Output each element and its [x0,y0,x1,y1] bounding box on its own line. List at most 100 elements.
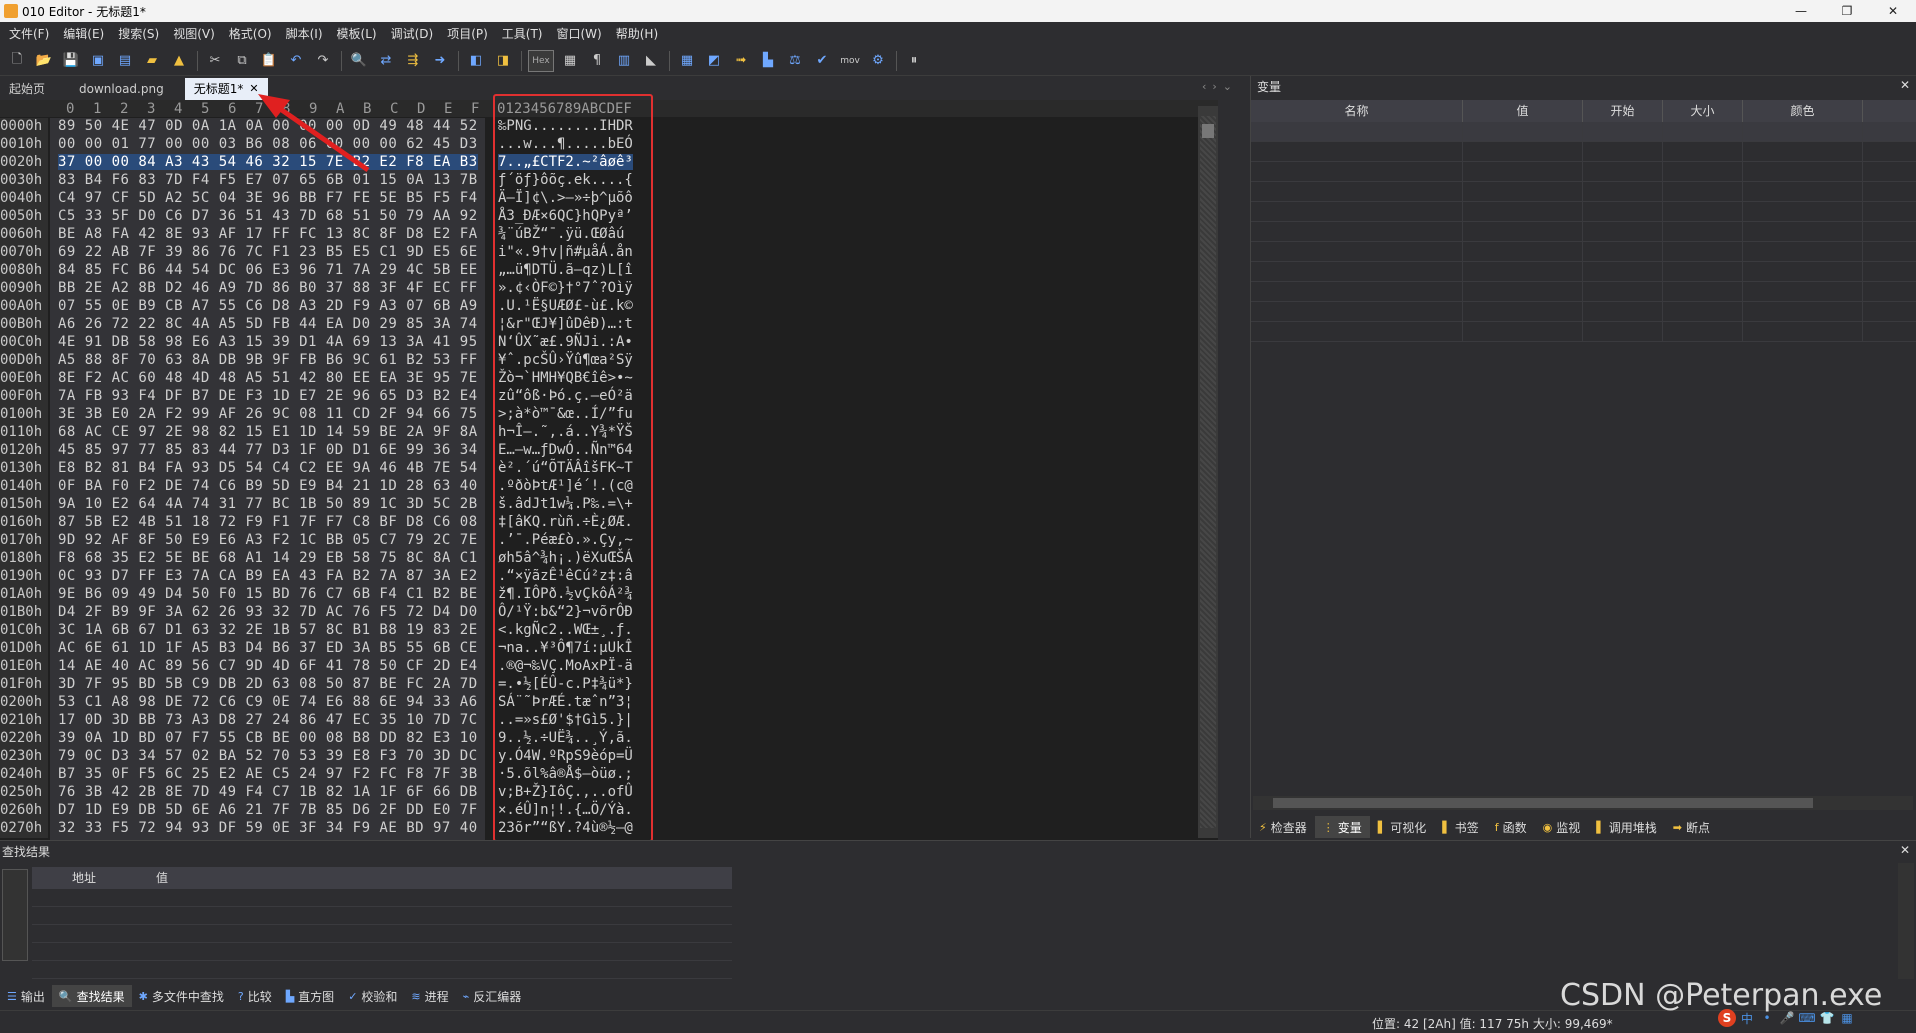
checksum-icon[interactable]: ✔ [811,50,833,72]
minimize-button[interactable]: — [1778,0,1824,22]
row-hex-bytes[interactable]: 37 00 00 84 A3 43 54 46 32 15 7E B2 E2 F… [58,154,478,170]
variables-row[interactable] [1251,122,1916,142]
pause-icon[interactable]: ⏸ [903,50,925,72]
redo-icon[interactable]: ↷ [312,50,334,72]
row-hex-bytes[interactable]: 87 5B E2 4B 51 18 72 F9 F1 7F F7 C8 BF D… [58,514,478,530]
variables-row[interactable] [1251,182,1916,202]
row-hex-bytes[interactable]: 84 85 FC B6 44 54 DC 06 E3 96 71 7A 29 4… [58,262,478,278]
row-hex-bytes[interactable]: F8 68 35 E2 5E BE 68 A1 14 29 EB 58 75 8… [58,550,478,566]
undo-icon[interactable]: ↶ [285,50,307,72]
tab-breakpoints[interactable]: ➡ 断点 [1665,816,1718,838]
tab-inspector[interactable]: ⚡ 检查器 [1251,816,1315,838]
find-results-row[interactable] [32,943,732,961]
row-hex-bytes[interactable]: 32 33 F5 72 94 93 DF 59 0E 3F 34 F9 AE B… [58,820,478,836]
find-results-row[interactable] [32,889,732,907]
toolbox-icon[interactable]: ▦ [1838,1009,1856,1027]
row-hex-bytes[interactable]: 76 3B 42 2B 8E 7D 49 F4 C7 1B 82 1A 1F 6… [58,784,478,800]
row-hex-bytes[interactable]: 8E F2 AC 60 48 4D 48 A5 51 42 80 EE EA 3… [58,370,478,386]
row-hex-bytes[interactable]: 39 0A 1D BD 07 F7 55 CB BE 00 08 B8 DD 8… [58,730,478,746]
col-find-value[interactable]: 值 [156,867,168,889]
calculator-icon[interactable]: ▦ [676,50,698,72]
row-hex-bytes[interactable]: 14 AE 40 AC 89 56 C7 9D 4D 6F 41 78 50 C… [58,658,478,674]
row-hex-bytes[interactable]: 9E B6 09 49 D4 50 F0 15 BD 76 C7 6B F4 C… [58,586,478,602]
save-all-icon[interactable]: ▤ [114,50,136,72]
copy-icon[interactable]: ⧉ [231,50,253,72]
row-hex-bytes[interactable]: 00 00 01 77 00 00 03 B6 08 06 00 00 00 6… [58,136,478,152]
find-results-close-icon[interactable]: ✕ [1900,843,1910,857]
find-results-row[interactable] [32,925,732,943]
row-hex-bytes[interactable]: A5 88 8F 70 63 8A DB 9B 9F FB B6 9C 61 B… [58,352,478,368]
save-icon[interactable]: 💾 [60,50,82,72]
find-results-sidebar[interactable] [2,869,28,961]
row-hex-bytes[interactable]: D4 2F B9 9F 3A 62 26 93 32 7D AC 76 F5 7… [58,604,478,620]
col-size[interactable]: 大小 [1663,100,1743,122]
tab-nav-arrows[interactable]: ‹›⌄ [1202,80,1238,93]
row-hex-bytes[interactable]: 83 B4 F6 83 7D F4 F5 E7 07 65 6B 01 15 0… [58,172,478,188]
bookmark-next-icon[interactable]: ◨ [492,50,514,72]
sogou-ime-icon[interactable]: S [1718,1009,1736,1027]
tab-call-stack[interactable]: ▌ 调用堆栈 [1588,816,1664,838]
find-results-row[interactable] [32,961,732,979]
col-name[interactable]: 名称 [1251,100,1463,122]
tab-histogram[interactable]: ▙ 直方图 [279,985,341,1007]
goto-icon[interactable]: ➜ [429,50,451,72]
keyboard-icon[interactable]: ⌨ [1798,1009,1816,1027]
ime-chinese-icon[interactable]: 中 [1738,1009,1756,1027]
maximize-button[interactable]: ❐ [1824,0,1870,22]
row-hex-bytes[interactable]: 4E 91 DB 58 98 E6 A3 15 39 D1 4A 69 13 3… [58,334,478,350]
row-hex-bytes[interactable]: 3E 3B E0 2A F2 99 AF 26 9C 08 11 CD 2F 9… [58,406,478,422]
row-hex-bytes[interactable]: 9D 92 AF 8F 50 E9 E6 A3 F2 1C BB 05 C7 7… [58,532,478,548]
variables-row[interactable] [1251,142,1916,162]
skin-icon[interactable]: 👕 [1818,1009,1836,1027]
paste-icon[interactable]: 📋 [258,50,280,72]
row-hex-bytes[interactable]: D7 1D E9 DB 5D 6E A6 21 7F 7B 85 D6 2F D… [58,802,478,818]
find-results-scrollbar[interactable] [1898,863,1914,979]
variables-row[interactable] [1251,262,1916,282]
save-as-icon[interactable]: ▣ [87,50,109,72]
row-hex-bytes[interactable]: 45 85 97 77 85 83 44 77 D3 1F 0D D1 6E 9… [58,442,478,458]
hscroll-thumb[interactable] [1273,798,1813,808]
col-address[interactable]: 地址 [72,867,96,889]
row-hex-bytes[interactable]: E8 B2 81 B4 FA 93 D5 54 C4 C2 EE 9A 46 4… [58,460,478,476]
find-icon[interactable]: 🔍 [348,50,370,72]
variables-panel-close-icon[interactable]: ✕ [1900,78,1910,92]
find-results-row[interactable] [32,907,732,925]
row-hex-bytes[interactable]: 17 0D 3D BB 73 A3 D8 27 24 86 47 EC 35 1… [58,712,478,728]
variables-row[interactable] [1251,202,1916,222]
mov-icon[interactable]: mov [838,50,862,72]
row-hex-bytes[interactable]: BB 2E A2 8B D2 46 A9 7D 86 B0 37 88 3F 4… [58,280,478,296]
tab-process[interactable]: ≋ 进程 [404,985,455,1007]
close-window-button[interactable]: ✕ [1870,0,1916,22]
tab-checksum[interactable]: ✓ 校验和 [341,985,404,1007]
tab-disassembler[interactable]: ⌁ 反汇编器 [456,985,529,1007]
variables-row[interactable] [1251,162,1916,182]
ime-punct-icon[interactable]: • [1758,1009,1776,1027]
variables-horizontal-scrollbar[interactable] [1253,796,1913,810]
tab-variables[interactable]: ⋮ 变量 [1314,816,1370,838]
open-project-icon[interactable]: ▲ [168,50,190,72]
cut-icon[interactable]: ✂ [204,50,226,72]
compare-icon[interactable]: ⚖ [784,50,806,72]
scroll-thumb[interactable] [1202,124,1214,138]
row-hex-bytes[interactable]: AC 6E 61 1D 1F A5 B3 D4 B6 37 ED 3A B5 5… [58,640,478,656]
new-file-icon[interactable]: 🗋 [6,50,28,72]
row-hex-bytes[interactable]: 0F BA F0 F2 DE 74 C6 B9 5D E9 B4 21 1D 2… [58,478,478,494]
row-hex-bytes[interactable]: 7A FB 93 F4 DF B7 DE F3 1D E7 2E 96 65 D… [58,388,478,404]
row-hex-bytes[interactable]: 79 0C D3 34 57 02 BA 52 70 53 39 E8 F3 7… [58,748,478,764]
script-icon[interactable]: ➟ [730,50,752,72]
variables-row[interactable] [1251,242,1916,262]
process-icon[interactable]: ⚙ [867,50,889,72]
template-icon[interactable]: ◩ [703,50,725,72]
hex-vertical-scrollbar[interactable] [1198,106,1218,838]
scroll-track[interactable] [1200,116,1216,828]
row-hex-bytes[interactable]: B7 35 0F F5 6C 25 E2 AE C5 24 97 F2 FC F… [58,766,478,782]
tab-start-page[interactable]: 起始页 [0,78,54,100]
tab-bookmarks[interactable]: ▌ 书签 [1434,816,1486,838]
menu-search[interactable]: 搜索(S) [111,22,166,46]
row-hex-bytes[interactable]: 07 55 0E B9 CB A7 55 C6 D8 A3 2D F9 A3 0… [58,298,478,314]
histogram-icon[interactable]: ▙ [757,50,779,72]
row-hex-bytes[interactable]: 3C 1A 6B 67 D1 63 32 2E 1B 57 8C B1 B8 1… [58,622,478,638]
tab-untitled[interactable]: 无标题1* ✕ [184,78,268,100]
variables-row[interactable] [1251,322,1916,342]
bookmark-icon[interactable]: ◧ [465,50,487,72]
